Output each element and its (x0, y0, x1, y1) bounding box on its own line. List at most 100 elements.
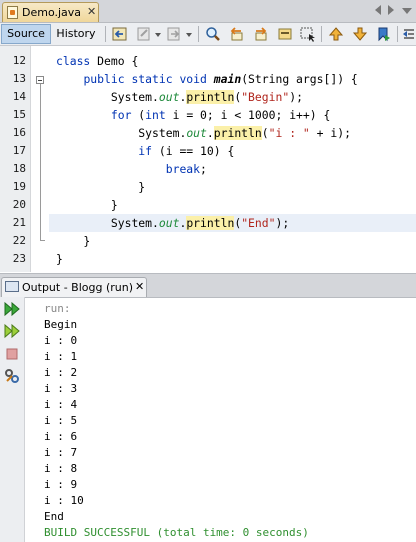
string-literal: "End" (241, 216, 276, 230)
forward-nav-icon[interactable] (166, 26, 182, 42)
line-number: 20 (12, 198, 26, 211)
code-line-16: System.out.println("i : " + i); (56, 126, 351, 140)
find-icon[interactable] (205, 26, 221, 42)
code-line-19: } (56, 180, 146, 194)
line-number: 19 (12, 180, 26, 193)
java-file-icon (7, 6, 18, 19)
toolbar-separator (198, 26, 199, 42)
string-literal: "Begin" (241, 90, 290, 104)
shift-left-icon[interactable] (402, 26, 416, 42)
toolbar-separator (321, 26, 322, 42)
prev-bookmark-icon[interactable] (328, 26, 344, 42)
output-window-icon (5, 281, 19, 292)
code-line-12: class Demo { (56, 54, 138, 68)
tab-scroll-left-icon[interactable] (375, 5, 381, 15)
line-number: 22 (12, 234, 26, 247)
output-tab[interactable]: Output - Blogg (run) ✕ (1, 277, 147, 297)
last-edit-icon[interactable] (136, 26, 152, 42)
forward-nav-dropdown-icon[interactable] (186, 33, 192, 37)
line-number: 12 (12, 54, 26, 67)
tab-scroll-right-icon[interactable] (388, 5, 394, 15)
class-ref: System. (138, 126, 187, 140)
output-line: i : 8 (44, 462, 78, 475)
output-line: i : 1 (44, 350, 78, 363)
line-number-gutter: 12 13 14 15 16 17 18 19 20 21 22 23 (0, 46, 31, 272)
method-call: println (186, 90, 235, 104)
code-line-17: if (i == 10) { (56, 144, 234, 158)
rerun-with-args-icon[interactable] (4, 323, 20, 339)
line-number: 21 (12, 216, 26, 229)
line-number: 17 (12, 144, 26, 157)
output-line: i : 7 (44, 446, 78, 459)
output-line: i : 4 (44, 398, 78, 411)
close-tab-icon[interactable]: ✕ (87, 5, 96, 18)
find-next-icon[interactable] (253, 26, 269, 42)
code-line-21: System.out.println("End"); (56, 216, 289, 230)
code-line-15: for (int i = 0; i < 1000; i++) { (56, 108, 330, 122)
method-call: println (186, 216, 235, 230)
back-nav-icon[interactable] (112, 26, 128, 42)
editor-toolbar: Source History (0, 23, 416, 46)
file-tab-label: Demo.java (22, 6, 82, 19)
static-field: out (158, 216, 180, 230)
source-view-button[interactable]: Source (1, 24, 51, 44)
code-line-18: break; (56, 162, 207, 176)
keyword: class (56, 54, 91, 68)
output-line: i : 9 (44, 478, 78, 491)
code-text: (String args[]) { (241, 72, 358, 86)
line-number: 13 (12, 72, 26, 85)
next-bookmark-icon[interactable] (352, 26, 368, 42)
history-view-button[interactable]: History (52, 24, 100, 44)
dot: . (206, 126, 214, 140)
method-declaration: main (213, 72, 242, 86)
last-edit-dropdown-icon[interactable] (155, 33, 161, 37)
keyword: for (110, 108, 132, 122)
method-call: println (213, 126, 262, 140)
output-tab-label: Output - Blogg (run) (22, 281, 134, 294)
keyword: public static void (83, 72, 207, 86)
keyword: int (145, 108, 166, 122)
static-field: out (158, 90, 180, 104)
collapse-fold-icon[interactable] (36, 76, 44, 84)
code-text: Demo { (90, 54, 139, 68)
build-status-line: BUILD SUCCESSFUL (total time: 0 seconds) (44, 526, 309, 539)
line-number: 16 (12, 126, 26, 139)
select-icon[interactable] (300, 26, 316, 42)
static-field: out (186, 126, 207, 140)
output-line: End (44, 510, 64, 523)
code-text: i = 0; i < 1000; i++) { (165, 108, 331, 122)
fold-end-mark (40, 240, 45, 241)
rerun-icon[interactable] (4, 301, 20, 317)
output-line: run: (44, 302, 71, 315)
find-prev-icon[interactable] (229, 26, 245, 42)
toolbar-separator (105, 26, 106, 42)
output-side-toolbar (0, 297, 25, 542)
line-number: 18 (12, 162, 26, 175)
stop-icon[interactable] (4, 346, 20, 362)
toggle-highlight-icon[interactable] (277, 26, 293, 42)
output-line: Begin (44, 318, 78, 331)
close-output-tab-icon[interactable]: ✕ (135, 280, 144, 293)
code-text: + i); (309, 126, 351, 140)
fold-guide-line (40, 84, 41, 240)
output-tab-bar: Output - Blogg (run) ✕ (0, 273, 416, 298)
output-line: i : 10 (44, 494, 84, 507)
code-text: ; (200, 162, 207, 176)
code-line-22: } (56, 234, 91, 248)
settings-icon[interactable] (4, 368, 20, 384)
line-number: 15 (12, 108, 26, 121)
toggle-bookmark-icon[interactable] (376, 26, 392, 42)
class-ref: System. (110, 216, 159, 230)
string-literal: "i : " (268, 126, 310, 140)
code-line-23: } (56, 252, 63, 266)
tab-list-icon[interactable] (402, 8, 412, 14)
output-line: i : 5 (44, 414, 78, 427)
file-tab-demo-java[interactable]: Demo.java ✕ (2, 2, 99, 22)
